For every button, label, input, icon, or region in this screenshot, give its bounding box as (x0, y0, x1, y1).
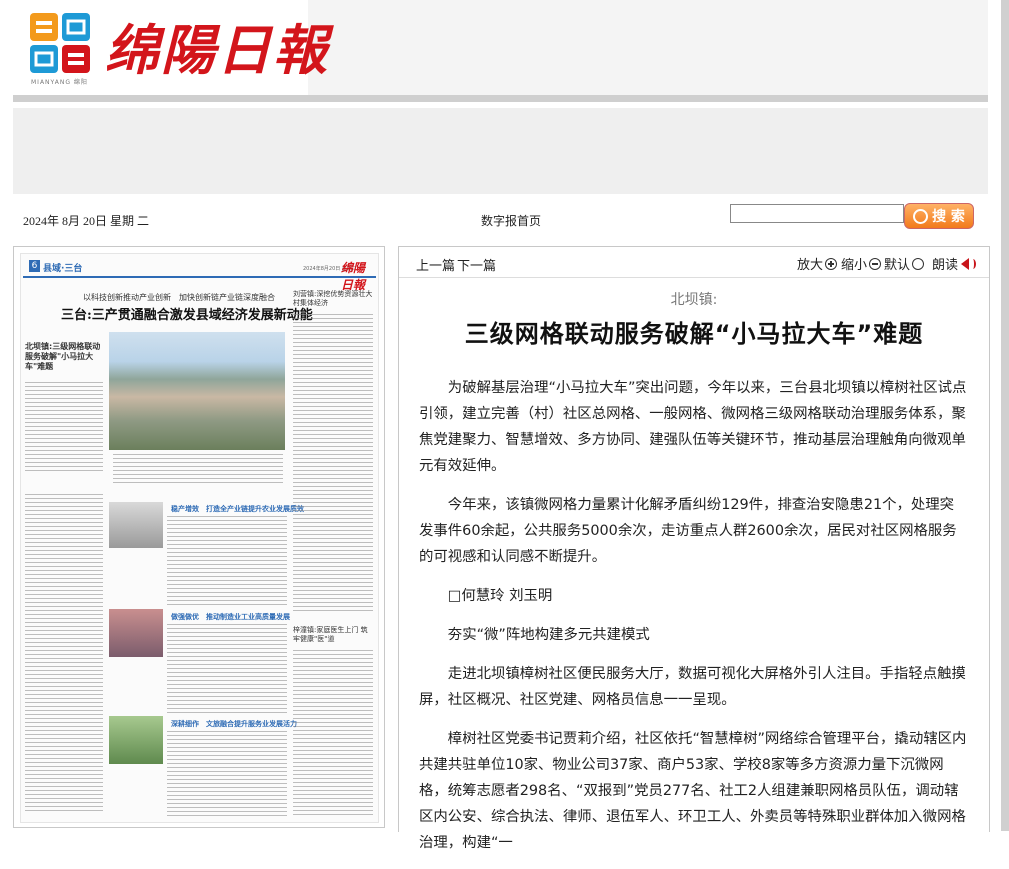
search-icon (913, 208, 929, 224)
article-body: 为破解基层治理“小马拉大车”突出问题，今年以来，三台县北坝镇以樟树社区试点引领，… (419, 375, 967, 869)
ad-banner (13, 108, 988, 194)
farmland-photo[interactable] (109, 716, 163, 764)
subhead-tourism[interactable]: 深耕细作 文旅融合提升服务业发展活力 (171, 719, 297, 729)
default-size-label: 默认 (884, 257, 911, 272)
article-byline: □何慧玲 刘玉明 (447, 588, 553, 604)
subhead-agriculture[interactable]: 稳产增效 打造全产业链提升农业发展质效 (171, 504, 304, 514)
factory-photo[interactable] (109, 502, 163, 548)
read-aloud-button[interactable]: 朗读 (932, 254, 977, 273)
column-text-tourism[interactable] (167, 731, 287, 816)
right-box2-headline[interactable]: 梓潼镇:家庭医生上门 筑牢健康"医"道 (293, 626, 373, 644)
newspaper-logo-icon[interactable] (30, 13, 90, 73)
article-toolbar: 上一篇 下一篇 放大 缩小 默认 朗读 (399, 247, 989, 278)
zoom-out-button[interactable]: 缩小 (841, 254, 882, 273)
default-size-icon (912, 257, 925, 270)
page-section-name: 县域·三台 (43, 264, 83, 274)
column-text-industry[interactable] (167, 624, 287, 714)
page-number: 6 (29, 260, 40, 272)
search-input[interactable] (730, 204, 904, 223)
page-scroll-edge (1001, 0, 1009, 831)
side-article-text[interactable] (25, 382, 103, 472)
column-text-right-bottom[interactable] (293, 650, 373, 815)
zoom-out-icon (869, 257, 882, 270)
page-header-strip: 6 县域·三台 2024年8月20日 星期二 绵陽日報 (23, 256, 376, 292)
header-banner-area (308, 0, 988, 95)
read-aloud-label: 朗读 (932, 257, 959, 272)
article-subheading: 夯实“微”阵地构建多元共建模式 (447, 627, 650, 643)
site-header: MIANYANG 绵阳 绵陽日報 (13, 0, 988, 95)
newspaper-page-image[interactable]: 6 县域·三台 2024年8月20日 星期二 绵陽日報 以科技创新推动产业创新 … (20, 253, 379, 823)
column-text-right-top[interactable] (293, 314, 373, 614)
header-divider (13, 95, 988, 102)
side-article-headline[interactable]: 北坝镇:三级网格联动服务破解"小马拉大车"难题 (25, 342, 105, 372)
masthead-title[interactable]: 绵陽日報 (105, 6, 329, 85)
zoom-in-icon (825, 257, 838, 270)
speaker-icon (961, 257, 977, 270)
previous-article-link[interactable]: 上一篇 (416, 255, 455, 274)
next-article-link[interactable]: 下一篇 (457, 255, 496, 274)
column-text-left[interactable] (25, 494, 103, 814)
article-kicker: 北坝镇: (670, 292, 718, 308)
photo-caption-text (113, 454, 283, 484)
zoom-in-button[interactable]: 放大 (797, 254, 838, 273)
search-button[interactable]: 搜 索 (904, 203, 974, 229)
newspaper-page-viewer: 6 县域·三台 2024年8月20日 星期二 绵陽日報 以科技创新推动产业创新 … (13, 246, 385, 828)
workshop-photo[interactable] (109, 609, 163, 657)
search-button-label: 搜 索 (932, 209, 965, 225)
zoom-out-label: 缩小 (841, 257, 868, 272)
digital-edition-home-link[interactable]: 数字报首页 (481, 212, 541, 229)
article-paragraph: 为破解基层治理“小马拉大车”突出问题，今年以来，三台县北坝镇以樟树社区试点引领，… (419, 380, 967, 474)
page-kicker: 以科技创新推动产业创新 加快创新链产业链深度融合 (83, 293, 275, 302)
page-masthead: 绵陽日報 (341, 261, 366, 292)
date-search-bar: 2024年 8月 20日 星期 二 数字报首页 搜 索 (13, 200, 988, 238)
article-paragraph: 今年来，该镇微网格力量累计化解矛盾纠纷129件，排查治安隐患21个，处理突发事件… (419, 497, 957, 565)
page-headline[interactable]: 三台:三产贯通融合激发县域经济发展新动能 (61, 304, 313, 323)
subhead-industry[interactable]: 做强做优 推动制造业工业高质量发展 (171, 612, 290, 622)
aerial-city-photo[interactable] (109, 332, 285, 450)
right-box-headline[interactable]: 刘营镇:深挖优势资源壮大村集体经济 (293, 290, 373, 308)
article-paragraph: 樟树社区党委书记贾莉介绍，社区依托“智慧樟树”网络综合管理平台，撬动辖区内共建共… (419, 731, 967, 851)
default-size-button[interactable]: 默认 (884, 254, 925, 273)
column-text-agriculture[interactable] (167, 516, 287, 606)
logo-caption: MIANYANG 绵阳 (31, 79, 88, 86)
article-paragraph: 走进北坝镇樟树社区便民服务大厅，数据可视化大屏格外引人注目。手指轻点触摸屏，社区… (419, 666, 966, 708)
current-date: 2024年 8月 20日 星期 二 (23, 214, 150, 228)
article-panel: 上一篇 下一篇 放大 缩小 默认 朗读 北坝镇: 三级网格联动服务破解“小马拉大… (398, 246, 990, 851)
article-title: 三级网格联动服务破解“小马拉大车”难题 (464, 320, 924, 348)
zoom-in-label: 放大 (797, 257, 824, 272)
